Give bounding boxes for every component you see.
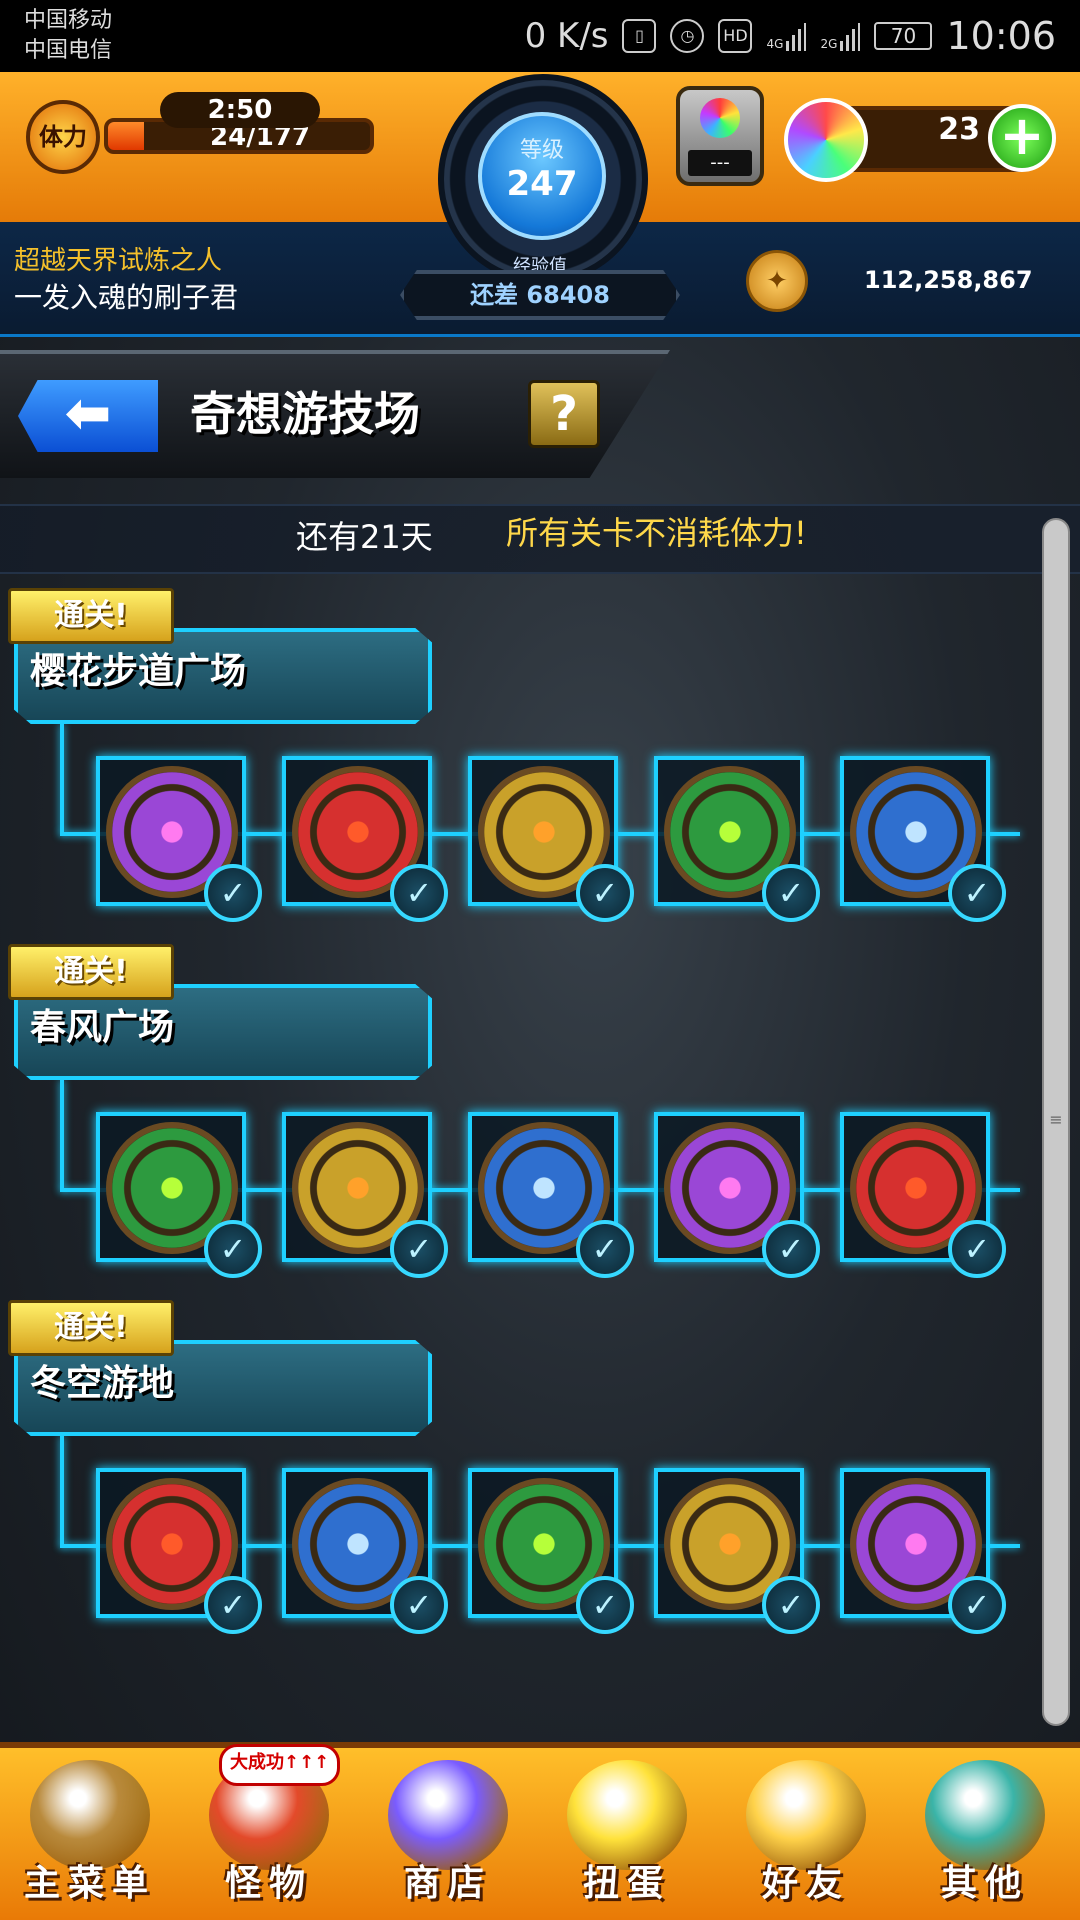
exp-remaining: 还差 68408 (400, 270, 680, 320)
stage-section: 春风广场 通关! ✓ ✓ ✓ ✓ ✓ (0, 944, 1040, 1284)
level-badge[interactable]: 等级 247 (478, 112, 606, 240)
stage-button[interactable]: ✓ (282, 756, 448, 922)
stamina-icon: 体力 (26, 100, 100, 174)
check-icon: ✓ (948, 864, 1006, 922)
clock: 10:06 (946, 14, 1056, 58)
nav-item[interactable]: 其他 (901, 1752, 1069, 1912)
stage-row: ✓ ✓ ✓ ✓ ✓ (96, 1112, 1036, 1278)
stage-button[interactable]: ✓ (840, 1112, 1006, 1278)
nav-label: 主菜单 (23, 1863, 156, 1904)
nav-label: 其他 (940, 1863, 1029, 1904)
cleared-badge: 通关! (8, 1300, 174, 1356)
player-title: 超越天界试炼之人 (14, 246, 223, 276)
coin-value: 112,258,867 (864, 266, 1033, 294)
orb-count: 23 (938, 112, 980, 147)
nav-item[interactable]: 商店 (364, 1752, 532, 1912)
stage-button[interactable]: ✓ (840, 756, 1006, 922)
stamina-fill (108, 122, 144, 150)
level-value: 247 (506, 164, 578, 204)
check-icon: ✓ (576, 1220, 634, 1278)
nav-label: 扭蛋 (582, 1863, 671, 1904)
carrier-2: 中国电信 (24, 38, 113, 63)
nav-item[interactable]: 好友 (722, 1752, 890, 1912)
net-speed: 0 K/s (524, 16, 609, 56)
carriers: 中国移动 中国电信 (24, 6, 112, 66)
signal-2g-icon: 2G (820, 21, 861, 51)
nav-label: 怪物 (224, 1863, 313, 1904)
stage-button[interactable]: ✓ (96, 756, 262, 922)
hd-icon: HD (718, 19, 753, 53)
coin-icon: ✦ (746, 250, 808, 312)
stage-button[interactable]: ✓ (654, 756, 820, 922)
check-icon: ✓ (390, 1220, 448, 1278)
stage-button[interactable]: ✓ (468, 1112, 634, 1278)
page-title: 奇想游技场 (190, 387, 420, 441)
check-icon: ✓ (390, 864, 448, 922)
gacha-orb-icon (700, 98, 740, 138)
cleared-badge: 通关! (8, 944, 174, 1000)
check-icon: ✓ (762, 1576, 820, 1634)
gacha-machine-icon[interactable]: --- (676, 86, 764, 186)
nav-item[interactable]: 扭蛋 (543, 1752, 711, 1912)
stage-button[interactable]: ✓ (96, 1468, 262, 1634)
check-icon: ✓ (948, 1220, 1006, 1278)
signal-4g-icon: 4G (766, 21, 807, 51)
level-label: 等级 (519, 138, 564, 163)
area-name: 冬空游地 (30, 1363, 175, 1404)
connector-line (60, 724, 64, 834)
area-name: 樱花步道广场 (30, 651, 247, 692)
stage-button[interactable]: ✓ (96, 1112, 262, 1278)
stage-row: ✓ ✓ ✓ ✓ ✓ (96, 756, 1036, 922)
stage-button[interactable]: ✓ (468, 756, 634, 922)
status-bar: 中国移动 中国电信 0 K/s ▯ ◷ HD 4G 2G 70 10:06 (0, 0, 1080, 72)
check-icon: ✓ (204, 1220, 262, 1278)
alarm-icon: ◷ (670, 19, 705, 53)
status-icons: 0 K/s ▯ ◷ HD 4G 2G 70 10:06 (525, 14, 1056, 58)
stage-button[interactable]: ✓ (654, 1112, 820, 1278)
connector-line (60, 1080, 64, 1190)
help-button[interactable]: ? (528, 380, 600, 448)
gacha-value: --- (688, 150, 752, 176)
stage-button[interactable]: ✓ (282, 1112, 448, 1278)
nav-item[interactable]: 大成功↑↑↑ 怪物 (185, 1744, 353, 1912)
nav-item[interactable]: 主菜单 (6, 1752, 174, 1912)
stage-section: 冬空游地 通关! ✓ ✓ ✓ ✓ ✓ (0, 1300, 1040, 1640)
check-icon: ✓ (204, 1576, 262, 1634)
check-icon: ✓ (576, 1576, 634, 1634)
connector-line (60, 1436, 64, 1546)
player-name: 一发入魂的刷子君 (14, 281, 239, 314)
stage-button[interactable]: ✓ (282, 1468, 448, 1634)
nav-badge: 大成功↑↑↑ (219, 1744, 341, 1786)
carrier-1: 中国移动 (24, 8, 113, 33)
stage-section: 樱花步道广场 通关! ✓ ✓ ✓ ✓ ✓ (0, 588, 1040, 928)
check-icon: ✓ (762, 1220, 820, 1278)
no-stamina-notice: 所有关卡不消耗体力! (506, 514, 807, 552)
stamina-timer: 2:50 (160, 92, 320, 128)
check-icon: ✓ (948, 1576, 1006, 1634)
check-icon: ✓ (390, 1576, 448, 1634)
check-icon: ✓ (762, 864, 820, 922)
back-button[interactable]: ⬅ (18, 380, 158, 452)
nav-label: 商店 (403, 1863, 492, 1904)
buy-orbs-button[interactable]: + (988, 104, 1056, 172)
nav-label: 好友 (761, 1863, 850, 1904)
vibrate-icon: ▯ (622, 19, 657, 53)
stage-button[interactable]: ✓ (654, 1468, 820, 1634)
scroll-grip-icon[interactable]: ≡ (1046, 1100, 1066, 1140)
area-name: 春风广场 (30, 1007, 175, 1048)
stage-button[interactable]: ✓ (840, 1468, 1006, 1634)
check-icon: ✓ (576, 864, 634, 922)
check-icon: ✓ (204, 864, 262, 922)
rainbow-orb-icon (784, 98, 868, 182)
cleared-badge: 通关! (8, 588, 174, 644)
back-arrow-icon: ⬅ (64, 381, 112, 446)
stage-row: ✓ ✓ ✓ ✓ ✓ (96, 1468, 1036, 1634)
days-left: 还有21天 (296, 518, 433, 556)
battery-icon: 70 (874, 22, 933, 50)
stage-button[interactable]: ✓ (468, 1468, 634, 1634)
